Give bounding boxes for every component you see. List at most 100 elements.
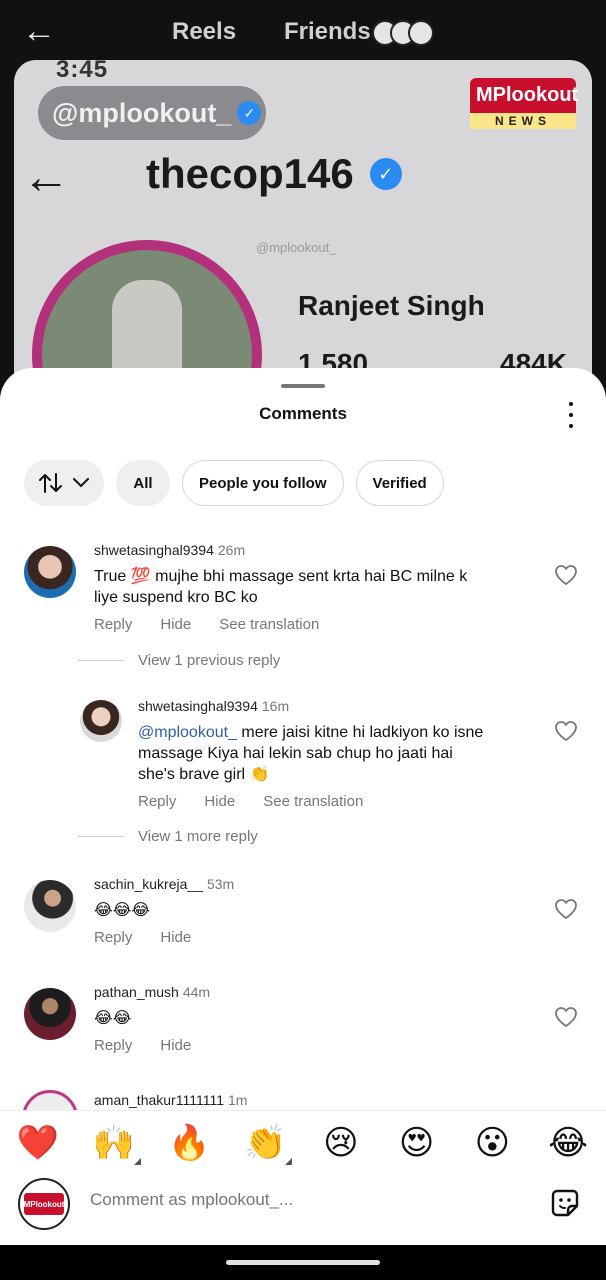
hide-button[interactable]: Hide (160, 1037, 191, 1054)
username-text: aman_thakur1111111 (94, 1092, 224, 1108)
comment-text-line: she's brave girl 👏 (138, 766, 270, 783)
emoji-reaction-bar: ❤️ 🙌 🔥 👏 😢 😍 😮 😂 (0, 1110, 606, 1174)
comment-username[interactable]: aman_thakur1111111 1m (94, 1092, 247, 1108)
comment-time: 16m (261, 698, 290, 714)
comment-text: True 💯 mujhe bhi massage sent krta hai B… (94, 566, 467, 608)
drag-handle[interactable] (281, 384, 325, 388)
emoji-fire[interactable]: 🔥 (166, 1123, 212, 1163)
hide-button[interactable]: Hide (160, 929, 191, 946)
comment-time: 26m (217, 542, 246, 558)
avatar[interactable] (24, 546, 76, 598)
heart-icon[interactable] (554, 1006, 578, 1028)
comment-username[interactable]: shwetasinghal9394 16m (138, 698, 289, 714)
person-figure (112, 280, 182, 380)
see-translation-button[interactable]: See translation (263, 793, 363, 810)
my-avatar: MPlookout (18, 1178, 70, 1230)
mention-link[interactable]: @mplookout_ (138, 724, 237, 741)
comment-username[interactable]: sachin_kukreja__ 53m (94, 876, 234, 892)
reply-button[interactable]: Reply (138, 793, 176, 810)
reel-mention-tag[interactable]: @mplookout_ ✓ (38, 86, 266, 140)
username-text: pathan_mush (94, 984, 179, 1000)
chevron-down-icon (73, 478, 89, 488)
comment-text-line: liye suspend kro BC ko (94, 589, 258, 606)
hide-button[interactable]: Hide (204, 793, 235, 810)
emoji-surprised[interactable]: 😮 (469, 1123, 515, 1163)
see-translation-button[interactable]: See translation (219, 616, 319, 633)
avatar[interactable] (80, 700, 122, 742)
reel-video[interactable]: 3:45 @mplookout_ ✓ MPlookout NEWS ← thec… (0, 0, 606, 420)
comment-time: 1m (228, 1092, 248, 1108)
skin-tone-indicator (133, 1157, 141, 1165)
emoji-laughing[interactable]: 😂 (545, 1123, 591, 1163)
avatar[interactable] (24, 988, 76, 1040)
news-logo-title: MPlookout (470, 78, 578, 113)
reel-back-arrow-icon: ← (22, 151, 70, 204)
comment-text-line: @mplookout_ mere jaisi kitne hi ladkiyon… (138, 722, 483, 743)
verified-icon: ✓ (369, 158, 402, 190)
sheet-title: Comments (259, 404, 347, 423)
comment-username[interactable]: shwetasinghal9394 26m (94, 542, 245, 558)
hide-button[interactable]: Hide (160, 616, 191, 633)
system-nav-bar (0, 1245, 606, 1280)
filter-all[interactable]: All (116, 460, 170, 506)
reel-status-time: 3:45 (56, 60, 109, 83)
sort-icon (39, 473, 62, 493)
comment-actions: Reply Hide (94, 1037, 191, 1054)
emoji-crying[interactable]: 😢 (318, 1123, 364, 1163)
emoji-clap[interactable]: 👏 (242, 1123, 293, 1165)
tab-friends[interactable]: Friends (284, 18, 371, 46)
sort-button[interactable] (24, 460, 104, 506)
reply-button[interactable]: Reply (94, 929, 132, 946)
reply-button[interactable]: Reply (94, 616, 132, 633)
heart-icon[interactable] (554, 564, 578, 586)
comment-actions: Reply Hide See translation (138, 793, 363, 810)
view-more-reply-button[interactable]: View 1 more reply (78, 828, 258, 845)
emoji-glyph: 👏 (243, 1123, 287, 1162)
reel-profile-username: thecop146 ✓ (146, 150, 402, 198)
filter-verified[interactable]: Verified (355, 460, 444, 506)
reply-button[interactable]: Reply (94, 1037, 132, 1054)
my-avatar-logo: MPlookout (24, 1193, 64, 1215)
sticker-icon[interactable] (548, 1186, 582, 1220)
friend-avatar (408, 20, 434, 46)
comment-text-line: True 💯 mujhe bhi massage sent krta hai B… (94, 568, 468, 585)
comment-filters: All People you follow Verified (24, 460, 444, 506)
comment-input[interactable] (90, 1190, 510, 1210)
back-arrow-icon[interactable]: ← (22, 12, 56, 51)
more-options-icon[interactable] (562, 402, 580, 428)
heart-icon[interactable] (554, 898, 578, 920)
comment-time: 53m (206, 876, 235, 892)
friends-avatars[interactable] (372, 20, 434, 46)
profile-username-text: thecop146 (146, 150, 354, 197)
news-logo: MPlookout NEWS (470, 78, 578, 148)
username-text: sachin_kukreja__ (94, 876, 203, 892)
divider (78, 660, 124, 661)
comment-text-fragment: mere jaisi kitne hi ladkiyon ko isne (236, 724, 484, 741)
reel-profile-name: Ranjeet Singh (298, 290, 485, 321)
comment-text: 😂😂😂 (94, 900, 150, 921)
divider (78, 836, 124, 837)
skin-tone-indicator (285, 1157, 293, 1165)
filter-people-you-follow[interactable]: People you follow (182, 460, 344, 506)
news-logo-subtitle: NEWS (470, 113, 576, 129)
comment-input-row: MPlookout (0, 1174, 606, 1244)
comment-text-line: massage Kiya hai lekin sab chup ho jaati… (138, 745, 453, 762)
emoji-heart[interactable]: ❤️ (15, 1123, 61, 1163)
emoji-raised-hands[interactable]: 🙌 (91, 1123, 141, 1165)
comment-username[interactable]: pathan_mush 44m (94, 984, 210, 1000)
emoji-glyph: 🙌 (92, 1123, 135, 1162)
heart-icon[interactable] (554, 720, 578, 742)
tab-reels[interactable]: Reels (172, 18, 236, 46)
home-gesture-pill[interactable] (226, 1260, 380, 1265)
comment-text-line: 😂😂 (94, 1010, 132, 1027)
reel-watermark: @mplookout_ (256, 240, 337, 255)
emoji-heart-eyes[interactable]: 😍 (394, 1123, 440, 1163)
avatar[interactable] (24, 880, 76, 932)
comment-actions: Reply Hide (94, 929, 191, 946)
view-previous-reply-button[interactable]: View 1 previous reply (78, 652, 280, 669)
verified-icon: ✓ (237, 101, 262, 125)
username-text: shwetasinghal9394 (94, 542, 214, 558)
reel-content: 3:45 @mplookout_ ✓ MPlookout NEWS ← thec… (14, 60, 592, 420)
comment-text: @mplookout_ mere jaisi kitne hi ladkiyon… (138, 722, 483, 785)
view-replies-text: View 1 previous reply (138, 652, 281, 669)
